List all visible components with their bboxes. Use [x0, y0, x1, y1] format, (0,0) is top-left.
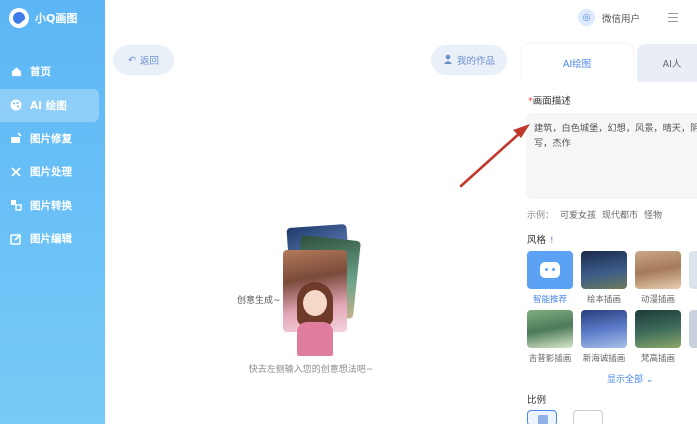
tools-icon — [10, 166, 22, 178]
sidebar-item-home[interactable]: 首页 — [0, 55, 105, 88]
style-thumb-partial[interactable] — [689, 310, 697, 348]
sidebar-item-label: 图片转换 — [30, 199, 72, 212]
sidebar-item-label: 图片修复 — [30, 132, 72, 145]
convert-icon — [10, 199, 22, 211]
sidebar-nav: 首页 AI 绘图 图片修复 图片处理 图片转换 图片编辑 — [0, 55, 105, 256]
style-label-ghibli: 吉普影插画 — [528, 354, 572, 364]
sidebar-item-image-repair[interactable]: 图片修复 — [0, 122, 105, 155]
user-icon — [443, 54, 453, 67]
example-chip[interactable]: 可爱女孩 — [560, 208, 596, 221]
style-label-picture-book: 绘本插画 — [586, 295, 621, 305]
ratio-option[interactable] — [527, 410, 557, 424]
sidebar-item-image-processing[interactable]: 图片处理 — [0, 155, 105, 188]
example-chip[interactable]: 怪物 — [644, 208, 662, 221]
back-arrow-icon: ↶ — [128, 54, 136, 66]
back-button[interactable]: ↶ 返回 — [113, 45, 174, 75]
user-account[interactable]: ◎ 微信用户 — [578, 9, 640, 26]
tab-ai-drawing[interactable]: AI绘图 — [521, 44, 633, 82]
sidebar: 小Q画图 首页 AI 绘图 图片修复 图片处理 图片转换 图片编辑 — [0, 0, 105, 424]
canvas-area: ↶ 返回 我的作品 创意生成~ 快去左侧输入您的创意想法吧~ — [105, 36, 517, 424]
home-icon — [10, 66, 22, 78]
style-thumb-anime[interactable] — [635, 251, 681, 289]
show-all-label: 显示全部 — [607, 375, 644, 385]
my-works-label: 我的作品 — [456, 56, 495, 67]
app-name: 小Q画图 — [35, 12, 78, 25]
sidebar-item-image-convert[interactable]: 图片转换 — [0, 189, 105, 222]
illustration-dress — [297, 322, 333, 356]
style-thumb-smart[interactable] — [527, 251, 573, 289]
sidebar-item-image-edit[interactable]: 图片编辑 — [0, 222, 105, 255]
show-all-link[interactable]: 显示全部 ⌄ — [607, 372, 653, 385]
sidebar-item-label: AI 绘图 — [30, 99, 67, 112]
style-thumb-van-gogh[interactable] — [635, 310, 681, 348]
examples-label: 示例： — [527, 211, 555, 221]
sidebar-item-label: 首页 — [30, 66, 51, 78]
annotation-arrow-icon — [459, 124, 530, 188]
menu-icon[interactable] — [668, 13, 678, 22]
app-logo[interactable]: 小Q画图 — [9, 8, 77, 28]
style-label-shinkai: 新海诚插画 — [582, 354, 626, 364]
placeholder-illustration — [283, 223, 361, 356]
style-label: 风格! — [527, 232, 554, 246]
style-thumb-shinkai[interactable] — [581, 310, 627, 348]
palette-icon — [10, 99, 22, 111]
tab-ai-person[interactable]: AI人 — [637, 44, 697, 82]
robot-icon — [540, 262, 560, 278]
my-works-button[interactable]: 我的作品 — [431, 45, 507, 75]
sidebar-item-ai-drawing[interactable]: AI 绘图 — [0, 88, 99, 122]
ratio-label: 比例 — [527, 395, 547, 406]
sidebar-item-label: 图片处理 — [30, 166, 72, 178]
examples-row: 示例： 可爱女孩 现代都市 怪物 — [527, 208, 662, 221]
style-label-smart: 智能推荐 — [532, 295, 567, 305]
back-label: 返回 — [139, 56, 159, 67]
description-label-text: 画面描述 — [532, 96, 571, 107]
sidebar-item-label: 图片编辑 — [30, 233, 72, 245]
info-icon[interactable]: ! — [550, 236, 554, 246]
description-label: *画面描述 — [528, 93, 571, 107]
example-chip[interactable]: 现代都市 — [602, 208, 638, 221]
settings-panel: AI绘图 AI人 *画面描述 建筑，白色城堡，幻想，风景，晴天，阴 写，杰作 示… — [517, 36, 697, 424]
ratio-option[interactable] — [573, 410, 603, 424]
logo-icon — [9, 8, 29, 28]
edit-icon — [10, 233, 22, 245]
description-input[interactable]: 建筑，白色城堡，幻想，风景，晴天，阴 写，杰作 — [526, 113, 697, 199]
chevron-down-icon: ⌄ — [643, 375, 654, 385]
style-thumb-picture-book[interactable] — [581, 251, 627, 289]
illustration-card-front — [283, 250, 347, 356]
style-label-anime: 动漫插画 — [640, 295, 675, 305]
illustration-face — [303, 290, 327, 316]
top-bar: ◎ 微信用户 — [105, 0, 697, 36]
mode-tabs: AI绘图 AI人 — [517, 44, 697, 82]
style-thumb-partial[interactable] — [689, 251, 697, 289]
creative-bubble: 创意生成~ — [237, 296, 281, 306]
user-name: 微信用户 — [602, 13, 641, 25]
style-label-van-gogh: 梵高插画 — [640, 354, 675, 364]
wand-icon — [10, 132, 22, 144]
style-label-text: 风格 — [527, 235, 547, 246]
wechat-icon: ◎ — [578, 9, 595, 26]
style-thumb-ghibli[interactable] — [527, 310, 573, 348]
empty-hint: 快去左侧输入您的创意想法吧~ — [248, 365, 374, 375]
